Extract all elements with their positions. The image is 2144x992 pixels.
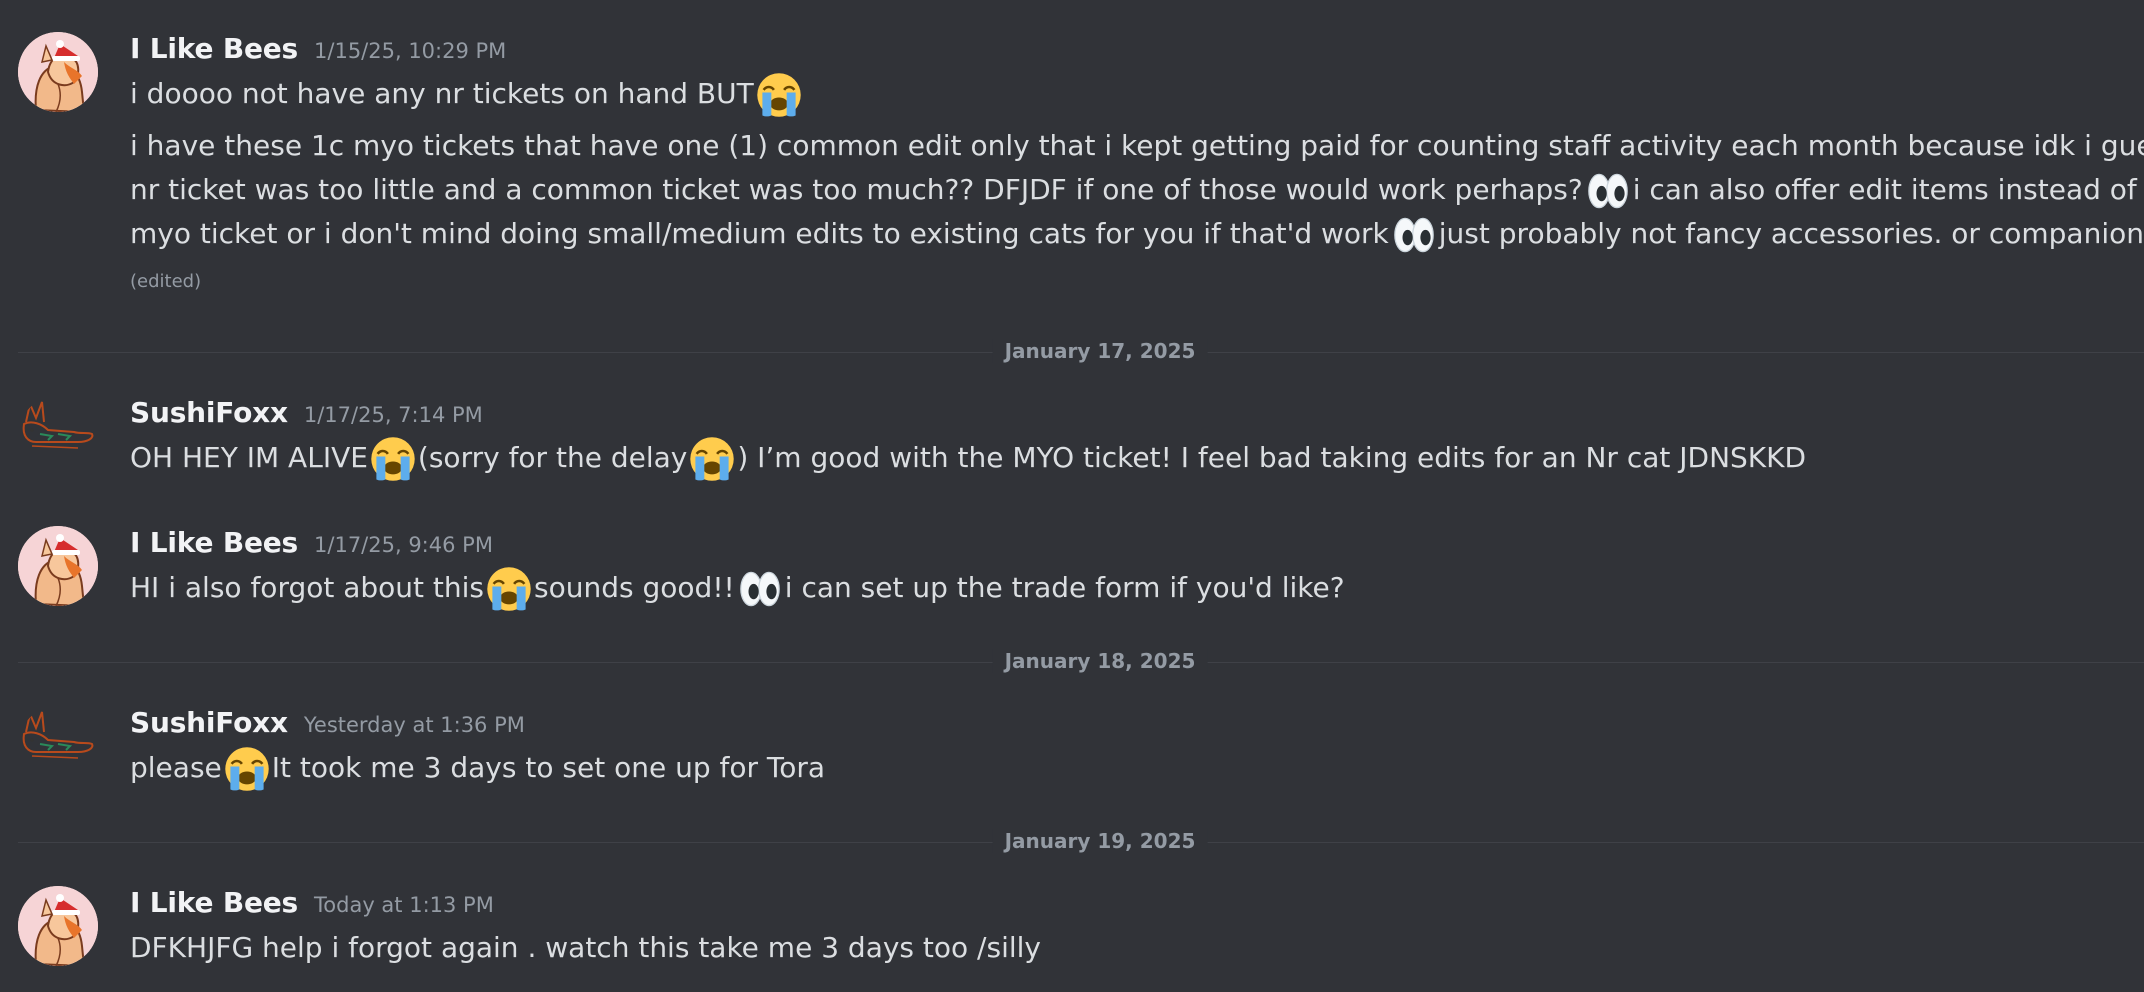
message-text-segment: ) I’m good with the MYO ticket! I feel b… — [737, 441, 1807, 474]
cat-avatar-icon — [18, 526, 98, 606]
message-text-segment: nr ticket was too little and a common ti… — [130, 173, 1583, 206]
chat-log: I Like Bees 1/15/25, 10:29 PM i doooo no… — [0, 0, 2144, 992]
message-text-segment: HI i also forgot about this — [130, 571, 485, 604]
username[interactable]: SushiFoxx — [130, 706, 288, 739]
message-text-segment: i have these 1c myo tickets that have on… — [130, 129, 2144, 162]
avatar[interactable] — [18, 32, 98, 112]
loudly-crying-face-icon[interactable] — [689, 436, 735, 482]
username[interactable]: I Like Bees — [130, 526, 298, 559]
loudly-crying-face-icon[interactable] — [224, 746, 270, 792]
timestamp[interactable]: 1/15/25, 10:29 PM — [314, 39, 506, 63]
message-text-segment: i doooo not have any nr tickets on hand … — [130, 77, 754, 110]
avatar[interactable] — [18, 526, 98, 606]
avatar[interactable] — [18, 886, 98, 966]
message-text-segment: DFKHJFG help i forgot again . watch this… — [130, 931, 1041, 964]
message-text: i doooo not have any nr tickets on hand … — [130, 72, 804, 118]
eyes-icon[interactable] — [737, 566, 783, 612]
edited-label: (edited) — [130, 271, 202, 292]
username[interactable]: I Like Bees — [130, 32, 298, 65]
message-text-segment: It took me 3 days to set one up for Tora — [271, 751, 826, 784]
message-text: DFKHJFG help i forgot again . watch this… — [130, 926, 1041, 970]
cat-avatar-icon — [18, 32, 98, 112]
message-text: HI i also forgot about this sounds good!!… — [130, 566, 1345, 612]
message-text-segment: i can also offer edit items instead of a — [1632, 173, 2144, 206]
fox-avatar-icon — [22, 400, 94, 449]
message-text-segment: (sorry for the delay — [417, 441, 688, 474]
message-text-segment: myo ticket or i don't mind doing small/m… — [130, 217, 1389, 250]
avatar[interactable] — [18, 706, 98, 786]
message-text-segment: OH HEY IM ALIVE — [130, 441, 368, 474]
date-divider-label: January 19, 2025 — [992, 829, 1208, 853]
eyes-icon[interactable] — [1585, 168, 1631, 214]
message-text: nr ticket was too little and a common ti… — [130, 168, 2144, 214]
timestamp[interactable]: 1/17/25, 9:46 PM — [314, 533, 493, 557]
date-divider-label: January 17, 2025 — [992, 339, 1208, 363]
eyes-icon[interactable] — [1391, 212, 1437, 258]
cat-avatar-icon — [18, 886, 98, 966]
message-text: myo ticket or i don't mind doing small/m… — [130, 212, 2144, 258]
message-text-segment: please — [130, 751, 222, 784]
username[interactable]: SushiFoxx — [130, 396, 288, 429]
timestamp[interactable]: Today at 1:13 PM — [314, 893, 494, 917]
loudly-crying-face-icon[interactable] — [370, 436, 416, 482]
avatar[interactable] — [18, 396, 98, 476]
timestamp[interactable]: 1/17/25, 7:14 PM — [304, 403, 483, 427]
message-text: i have these 1c myo tickets that have on… — [130, 124, 2144, 168]
message-text-segment: i can set up the trade form if you'd lik… — [784, 571, 1345, 604]
date-divider-label: January 18, 2025 — [992, 649, 1208, 673]
loudly-crying-face-icon[interactable] — [756, 72, 802, 118]
timestamp[interactable]: Yesterday at 1:36 PM — [304, 713, 525, 737]
username[interactable]: I Like Bees — [130, 886, 298, 919]
loudly-crying-face-icon[interactable] — [486, 566, 532, 612]
fox-avatar-icon — [22, 710, 94, 759]
message-text: please It took me 3 days to set one up fo… — [130, 746, 825, 792]
message-text-segment: sounds good!! — [534, 571, 735, 604]
message-text: OH HEY IM ALIVE (sorry for the delay ) I’m… — [130, 436, 1806, 482]
message-text-segment: just probably not fancy accessories. or … — [1438, 217, 2144, 250]
